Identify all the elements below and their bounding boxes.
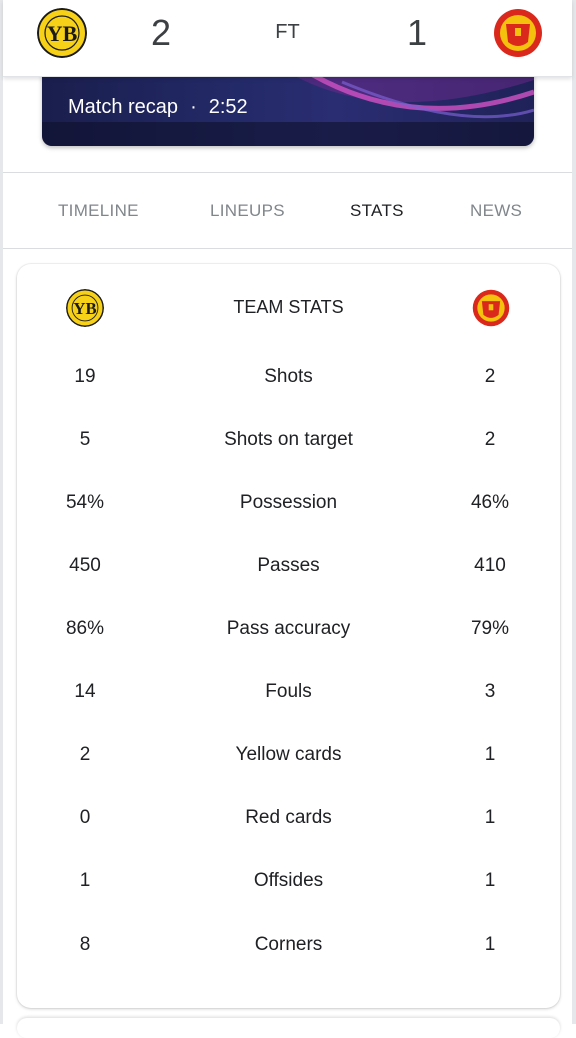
away-stat-value: 1 — [484, 870, 496, 891]
tab-timeline[interactable]: TIMELINE — [58, 201, 139, 221]
away-stat-value: 410 — [474, 555, 506, 576]
next-card-edge — [17, 1018, 560, 1038]
away-stat-value: 2 — [484, 366, 496, 387]
score-header: YB 2 FT 1 — [3, 0, 572, 77]
stat-row-corners: 8 Corners 1 — [17, 934, 560, 964]
tabs-divider — [3, 248, 572, 249]
stat-row-offsides: 1 Offsides 1 — [17, 870, 560, 900]
manchester-united-crest-icon — [472, 289, 510, 327]
manchester-united-crest-icon[interactable] — [493, 8, 543, 58]
tab-news[interactable]: NEWS — [470, 201, 522, 221]
match-tabs: TIMELINE LINEUPS STATS NEWS — [3, 174, 572, 248]
away-stat-value: 3 — [484, 681, 496, 702]
header-divider — [3, 172, 572, 173]
stat-row-yellow-cards: 2 Yellow cards 1 — [17, 744, 560, 774]
stat-row-pass-accuracy: 86% Pass accuracy 79% — [17, 618, 560, 648]
stat-row-possession: 54% Possession 46% — [17, 492, 560, 522]
team-stats-card: YB TEAM STATS 19 Shots 2 5 Shots on targ… — [17, 264, 560, 1008]
tab-stats[interactable]: STATS — [350, 201, 404, 221]
recap-caption: Match recap · 2:52 — [68, 96, 248, 119]
away-stat-value: 79% — [470, 618, 510, 639]
stat-row-fouls: 14 Fouls 3 — [17, 681, 560, 711]
stat-row-red-cards: 0 Red cards 1 — [17, 807, 560, 837]
away-stat-value: 2 — [484, 429, 496, 450]
recap-duration: 2:52 — [208, 96, 248, 118]
match-status: FT — [275, 21, 300, 43]
recap-label: Match recap — [68, 96, 179, 118]
away-stat-value: 1 — [484, 807, 496, 828]
tab-lineups[interactable]: LINEUPS — [210, 201, 285, 221]
stat-row-shots-on-target: 5 Shots on target 2 — [17, 429, 560, 459]
stat-row-passes: 450 Passes 410 — [17, 555, 560, 585]
away-stat-value: 1 — [484, 934, 496, 955]
away-score: 1 — [407, 12, 428, 53]
stat-row-shots: 19 Shots 2 — [17, 366, 560, 396]
away-stat-value: 46% — [470, 492, 510, 513]
away-stat-value: 1 — [484, 744, 496, 765]
recap-separator: · — [190, 96, 197, 118]
frame-right-border — [572, 0, 576, 1024]
frame-left-border — [0, 0, 3, 1024]
